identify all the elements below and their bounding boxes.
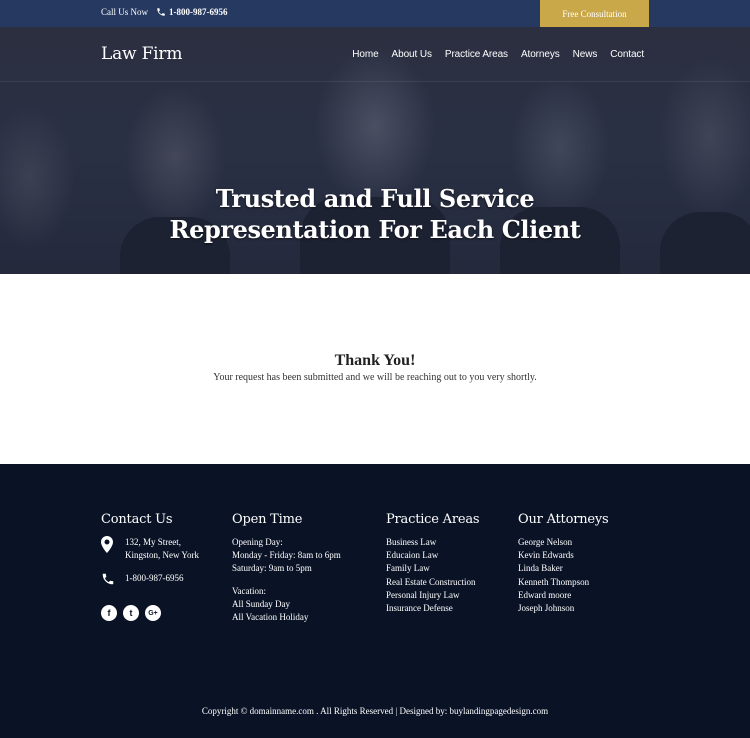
social-links: f t G+ (101, 605, 199, 622)
footer: Contact Us 132, My Street, Kingston, New… (0, 464, 750, 738)
hero-title-line2: Representation For Each Client (169, 215, 581, 244)
main-nav: Home About Us Practice Areas Atorneys Ne… (352, 49, 644, 60)
address-row: 132, My Street, Kingston, New York (101, 536, 199, 562)
google-plus-icon[interactable]: G+ (145, 605, 161, 622)
nav-news[interactable]: News (573, 49, 598, 60)
twitter-icon[interactable]: t (123, 605, 139, 622)
top-bar: Call Us Now 1-800-987-6956 Free Consulta… (0, 0, 750, 27)
practice-area-link[interactable]: Family Law (386, 562, 479, 575)
free-consultation-button[interactable]: Free Consultation (540, 0, 649, 27)
practice-area-link[interactable]: Educaion Law (386, 549, 479, 562)
address-line2: Kingston, New York (125, 550, 200, 561)
attorney-link[interactable]: Edward moore (518, 589, 609, 602)
open-time-line: Saturday: 9am to 5pm (232, 563, 312, 574)
hero-banner: Law Firm Home About Us Practice Areas At… (0, 27, 750, 274)
practice-area-link[interactable]: Personal Injury Law (386, 589, 479, 602)
attorney-link[interactable]: George Nelson (518, 536, 609, 549)
footer-open-time-title: Open Time (232, 512, 303, 527)
practice-area-link[interactable]: Insurance Defense (386, 602, 479, 615)
hero-title-line1: Trusted and Full Service (215, 184, 535, 213)
phone-row: 1-800-987-6956 (101, 572, 199, 588)
map-pin-icon (101, 536, 115, 553)
attorney-link[interactable]: Linda Baker (518, 562, 609, 575)
vacation-line: Vacation: (232, 585, 266, 596)
address-line1: 132, My Street, (125, 537, 181, 547)
copyright: Copyright © domainname.com . All Rights … (201, 706, 549, 716)
footer-phone[interactable]: 1-800-987-6956 (125, 572, 184, 585)
attorney-link[interactable]: Kenneth Thompson (518, 576, 609, 589)
footer-practice-areas: Practice Areas Business Law Educaion Law… (386, 512, 480, 615)
attorney-link[interactable]: Joseph Johnson (518, 602, 609, 615)
hero-title: Trusted and Full Service Representation … (0, 183, 750, 245)
nav-about-us[interactable]: About Us (392, 49, 432, 60)
logo[interactable]: Law Firm (101, 44, 182, 64)
nav-contact[interactable]: Contact (610, 49, 644, 60)
attorney-link[interactable]: Kevin Edwards (518, 549, 609, 562)
footer-practice-areas-title: Practice Areas (386, 512, 480, 527)
nav-home[interactable]: Home (352, 49, 378, 60)
footer-open-time: Open Time Opening Day: Monday - Friday: … (232, 512, 341, 624)
phone-icon (101, 572, 115, 588)
nav-attorneys[interactable]: Atorneys (521, 49, 560, 60)
nav-practice-areas[interactable]: Practice Areas (445, 49, 508, 60)
footer-contact: Contact Us 132, My Street, Kingston, New… (101, 512, 199, 622)
footer-attorneys-title: Our Attorneys (518, 512, 609, 527)
vacation-line: All Vacation Holiday (232, 612, 309, 623)
facebook-icon[interactable]: f (101, 605, 117, 622)
practice-area-link[interactable]: Business Law (386, 536, 479, 549)
main-navbar: Law Firm Home About Us Practice Areas At… (0, 27, 750, 82)
top-phone-number[interactable]: 1-800-987-6956 (169, 7, 228, 17)
vacation-line: All Sunday Day (232, 598, 290, 609)
thank-you-message: Your request has been submitted and we w… (213, 372, 537, 383)
footer-contact-title: Contact Us (101, 512, 173, 527)
open-time-line: Opening Day: (232, 537, 283, 547)
phone-icon (156, 7, 166, 17)
open-time-line: Monday - Friday: 8am to 6pm (232, 550, 341, 561)
call-us: Call Us Now 1-800-987-6956 (101, 7, 228, 17)
thank-you-section: Thank You! Your request has been submitt… (0, 274, 750, 464)
call-label: Call Us Now (101, 7, 148, 17)
footer-attorneys: Our Attorneys George Nelson Kevin Edward… (518, 512, 609, 615)
thank-you-title: Thank You! (334, 352, 416, 369)
practice-area-link[interactable]: Real Estate Construction (386, 576, 479, 589)
